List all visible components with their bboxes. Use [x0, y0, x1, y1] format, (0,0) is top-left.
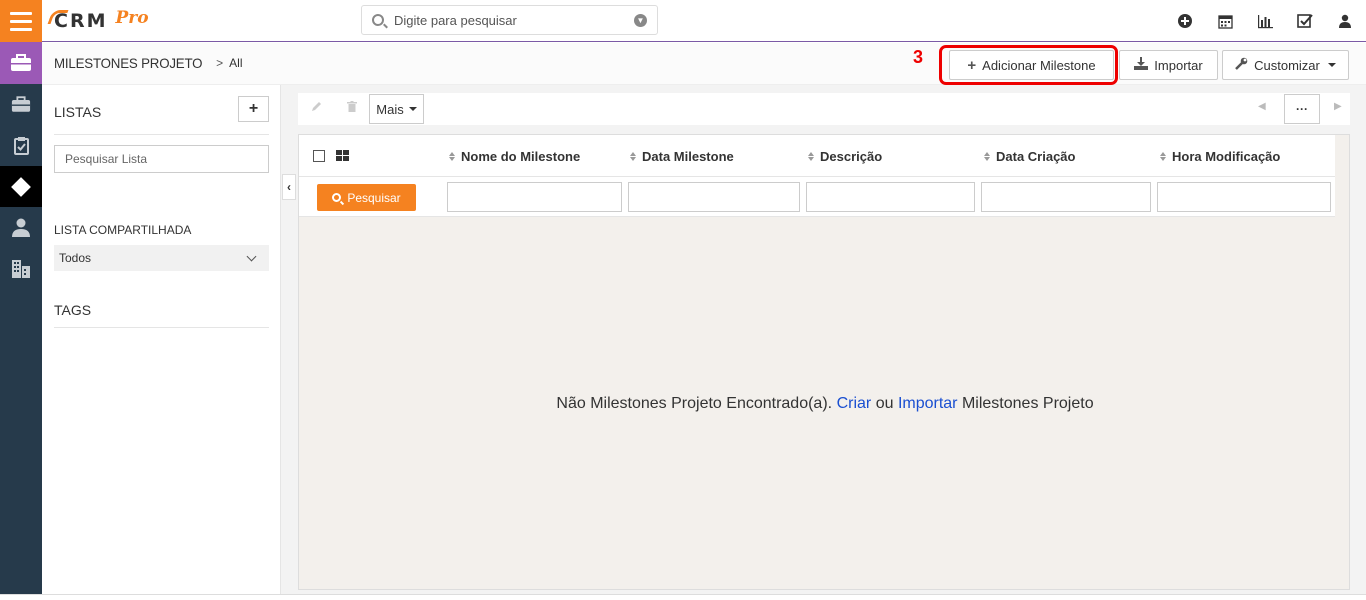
- customize-label: Customizar: [1254, 57, 1320, 73]
- caret-down-icon: [408, 107, 417, 111]
- more-label: Mais: [376, 101, 404, 117]
- empty-suffix: Milestones Projeto: [961, 395, 1094, 412]
- lists-title: LISTAS: [54, 104, 102, 120]
- bar-chart-icon[interactable]: [1254, 10, 1276, 32]
- shared-list-select[interactable]: Todos: [54, 245, 269, 271]
- column-header[interactable]: Data Milestone: [630, 149, 734, 164]
- menu-icon[interactable]: [0, 0, 42, 42]
- column-header[interactable]: Data Criação: [984, 149, 1075, 164]
- grid-icon[interactable]: [336, 150, 349, 161]
- sort-icon: [449, 152, 455, 161]
- filter-input[interactable]: [628, 182, 800, 212]
- add-list-button[interactable]: +: [238, 96, 269, 122]
- select-all-checkbox[interactable]: [313, 150, 325, 162]
- calendar-icon[interactable]: [1214, 10, 1236, 32]
- person-icon[interactable]: [0, 207, 42, 248]
- pagination-options-button[interactable]: ···: [1284, 94, 1320, 124]
- clipboard-icon[interactable]: [0, 125, 42, 166]
- more-dropdown[interactable]: Mais: [369, 94, 424, 124]
- chevron-down-icon: [246, 251, 257, 262]
- records-table: Nome do Milestone Data Milestone Descriç…: [298, 134, 1350, 590]
- column-header[interactable]: Descrição: [808, 149, 882, 164]
- empty-or: ou: [875, 395, 894, 412]
- breadcrumb-module[interactable]: MILESTONES PROJETO: [54, 55, 203, 71]
- customize-button[interactable]: Customizar: [1222, 50, 1349, 80]
- column-header[interactable]: Nome do Milestone: [449, 149, 580, 164]
- plus-icon: +: [967, 56, 977, 74]
- import-label: Importar: [1154, 57, 1203, 73]
- add-milestone-button[interactable]: + Adicionar Milestone: [949, 50, 1114, 80]
- breadcrumb-separator: >: [216, 56, 224, 70]
- shared-list-value: Todos: [59, 251, 92, 265]
- list-search-input[interactable]: [54, 145, 269, 173]
- search-button-label: Pesquisar: [347, 190, 401, 205]
- footer: [0, 594, 1366, 600]
- next-page-icon[interactable]: ▶: [1334, 101, 1342, 112]
- global-search-input[interactable]: [394, 12, 624, 28]
- briefcase-icon[interactable]: [0, 42, 42, 84]
- logo-suffix: Pro: [115, 8, 149, 28]
- search-button[interactable]: Pesquisar: [317, 184, 416, 211]
- import-button[interactable]: Importar: [1119, 50, 1218, 80]
- search-icon: [332, 193, 342, 202]
- top-bar: CRM Pro ▼: [0, 0, 1366, 42]
- diamond-icon[interactable]: [0, 166, 42, 207]
- trash-icon[interactable]: [347, 101, 357, 115]
- annotation-number: 3: [913, 47, 924, 67]
- wrench-icon: [1235, 57, 1248, 73]
- previous-page-icon[interactable]: ◀: [1258, 101, 1266, 112]
- sort-icon: [984, 152, 990, 161]
- user-icon[interactable]: [1334, 10, 1356, 32]
- column-label: Data Criação: [996, 149, 1076, 164]
- column-label: Nome do Milestone: [461, 149, 581, 164]
- empty-state-message: Não Milestones Projeto Encontrado(a). Cr…: [520, 393, 1130, 415]
- pencil-icon[interactable]: [311, 101, 322, 115]
- breadcrumb-current: All: [229, 56, 243, 70]
- add-milestone-label: Adicionar Milestone: [982, 57, 1096, 73]
- empty-prefix: Não Milestones Projeto Encontrado(a).: [556, 395, 833, 412]
- lists-panel: LISTAS + LISTA COMPARTILHADA Todos TAGS: [42, 85, 281, 594]
- table-header: Nome do Milestone Data Milestone Descriç…: [299, 135, 1335, 177]
- breadcrumb: MILESTONES PROJETO > All: [54, 55, 243, 71]
- sort-icon: [630, 152, 636, 161]
- logo[interactable]: CRM Pro: [47, 6, 149, 36]
- chevron-down-circle-icon[interactable]: ▼: [634, 14, 647, 27]
- collapse-panel-icon[interactable]: ‹: [282, 174, 296, 200]
- module-sidebar: [0, 42, 42, 594]
- building-icon[interactable]: [0, 248, 42, 289]
- filter-row: Pesquisar: [299, 177, 1335, 217]
- column-label: Descrição: [820, 149, 883, 164]
- briefcase-icon[interactable]: [0, 84, 42, 125]
- divider: [54, 134, 269, 135]
- create-link[interactable]: Criar: [837, 395, 872, 412]
- download-icon: [1134, 57, 1149, 73]
- filter-input[interactable]: [806, 182, 975, 212]
- import-link[interactable]: Importar: [898, 395, 958, 412]
- global-search: ▼: [361, 5, 658, 35]
- plus-circle-icon[interactable]: [1174, 10, 1196, 32]
- checkbox-icon[interactable]: [1294, 10, 1316, 32]
- column-label: Data Milestone: [642, 149, 734, 164]
- sort-icon: [1160, 152, 1166, 161]
- list-toolbar: Mais ◀ ··· ▶: [298, 93, 1350, 125]
- column-header[interactable]: Hora Modificação: [1160, 149, 1280, 164]
- top-icons: [1174, 10, 1356, 32]
- column-label: Hora Modificação: [1172, 149, 1281, 164]
- shared-list-title: LISTA COMPARTILHADA: [54, 223, 192, 237]
- sort-icon: [808, 152, 814, 161]
- filter-input[interactable]: [981, 182, 1151, 212]
- filter-input[interactable]: [447, 182, 622, 212]
- filter-input[interactable]: [1157, 182, 1331, 212]
- tags-title: TAGS: [54, 302, 92, 318]
- search-icon: [372, 14, 384, 26]
- divider: [54, 327, 269, 328]
- caret-down-icon: [1327, 63, 1336, 67]
